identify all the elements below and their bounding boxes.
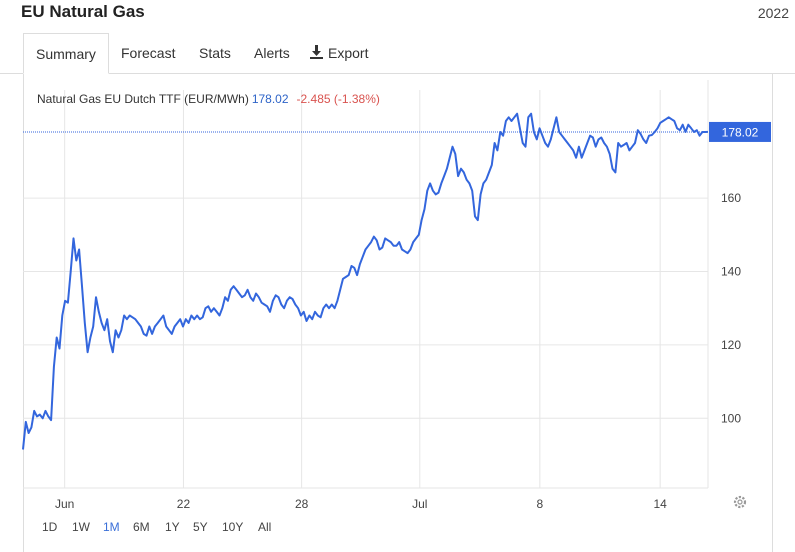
price-chart[interactable]: 100 120 140 160 Jun 22 28 Jul 8 14 178.02: [0, 0, 795, 552]
y-tick-label: 120: [721, 338, 741, 352]
range-1w[interactable]: 1W: [72, 520, 90, 534]
range-1y[interactable]: 1Y: [165, 520, 180, 534]
range-5y[interactable]: 5Y: [193, 520, 208, 534]
range-1m[interactable]: 1M: [103, 520, 120, 534]
x-tick-label: Jul: [412, 497, 427, 511]
instrument-name: Natural Gas EU Dutch TTF (EUR/MWh): [37, 92, 249, 106]
x-tick-label: 8: [536, 497, 543, 511]
gear-icon[interactable]: [733, 495, 747, 509]
x-tick-label: Jun: [55, 497, 74, 511]
last-value-label: 178.02: [722, 125, 759, 139]
range-selector: 1D 1W 1M 6M 1Y 5Y 10Y All: [0, 520, 795, 540]
x-tick-label: 14: [653, 497, 667, 511]
y-tick-label: 100: [721, 411, 741, 425]
last-price: 178.02: [251, 92, 289, 106]
range-10y[interactable]: 10Y: [222, 520, 243, 534]
y-tick-label: 140: [721, 264, 741, 278]
x-tick-label: 22: [177, 497, 191, 511]
quote-line: Natural Gas EU Dutch TTF (EUR/MWh) 178.02…: [37, 92, 380, 106]
range-all[interactable]: All: [258, 520, 271, 534]
x-tick-label: 28: [295, 497, 309, 511]
range-1d[interactable]: 1D: [42, 520, 57, 534]
range-6m[interactable]: 6M: [133, 520, 150, 534]
series-line: [22, 112, 709, 450]
price-change: -2.485 (-1.38%): [296, 92, 380, 106]
y-tick-label: 160: [721, 191, 741, 205]
